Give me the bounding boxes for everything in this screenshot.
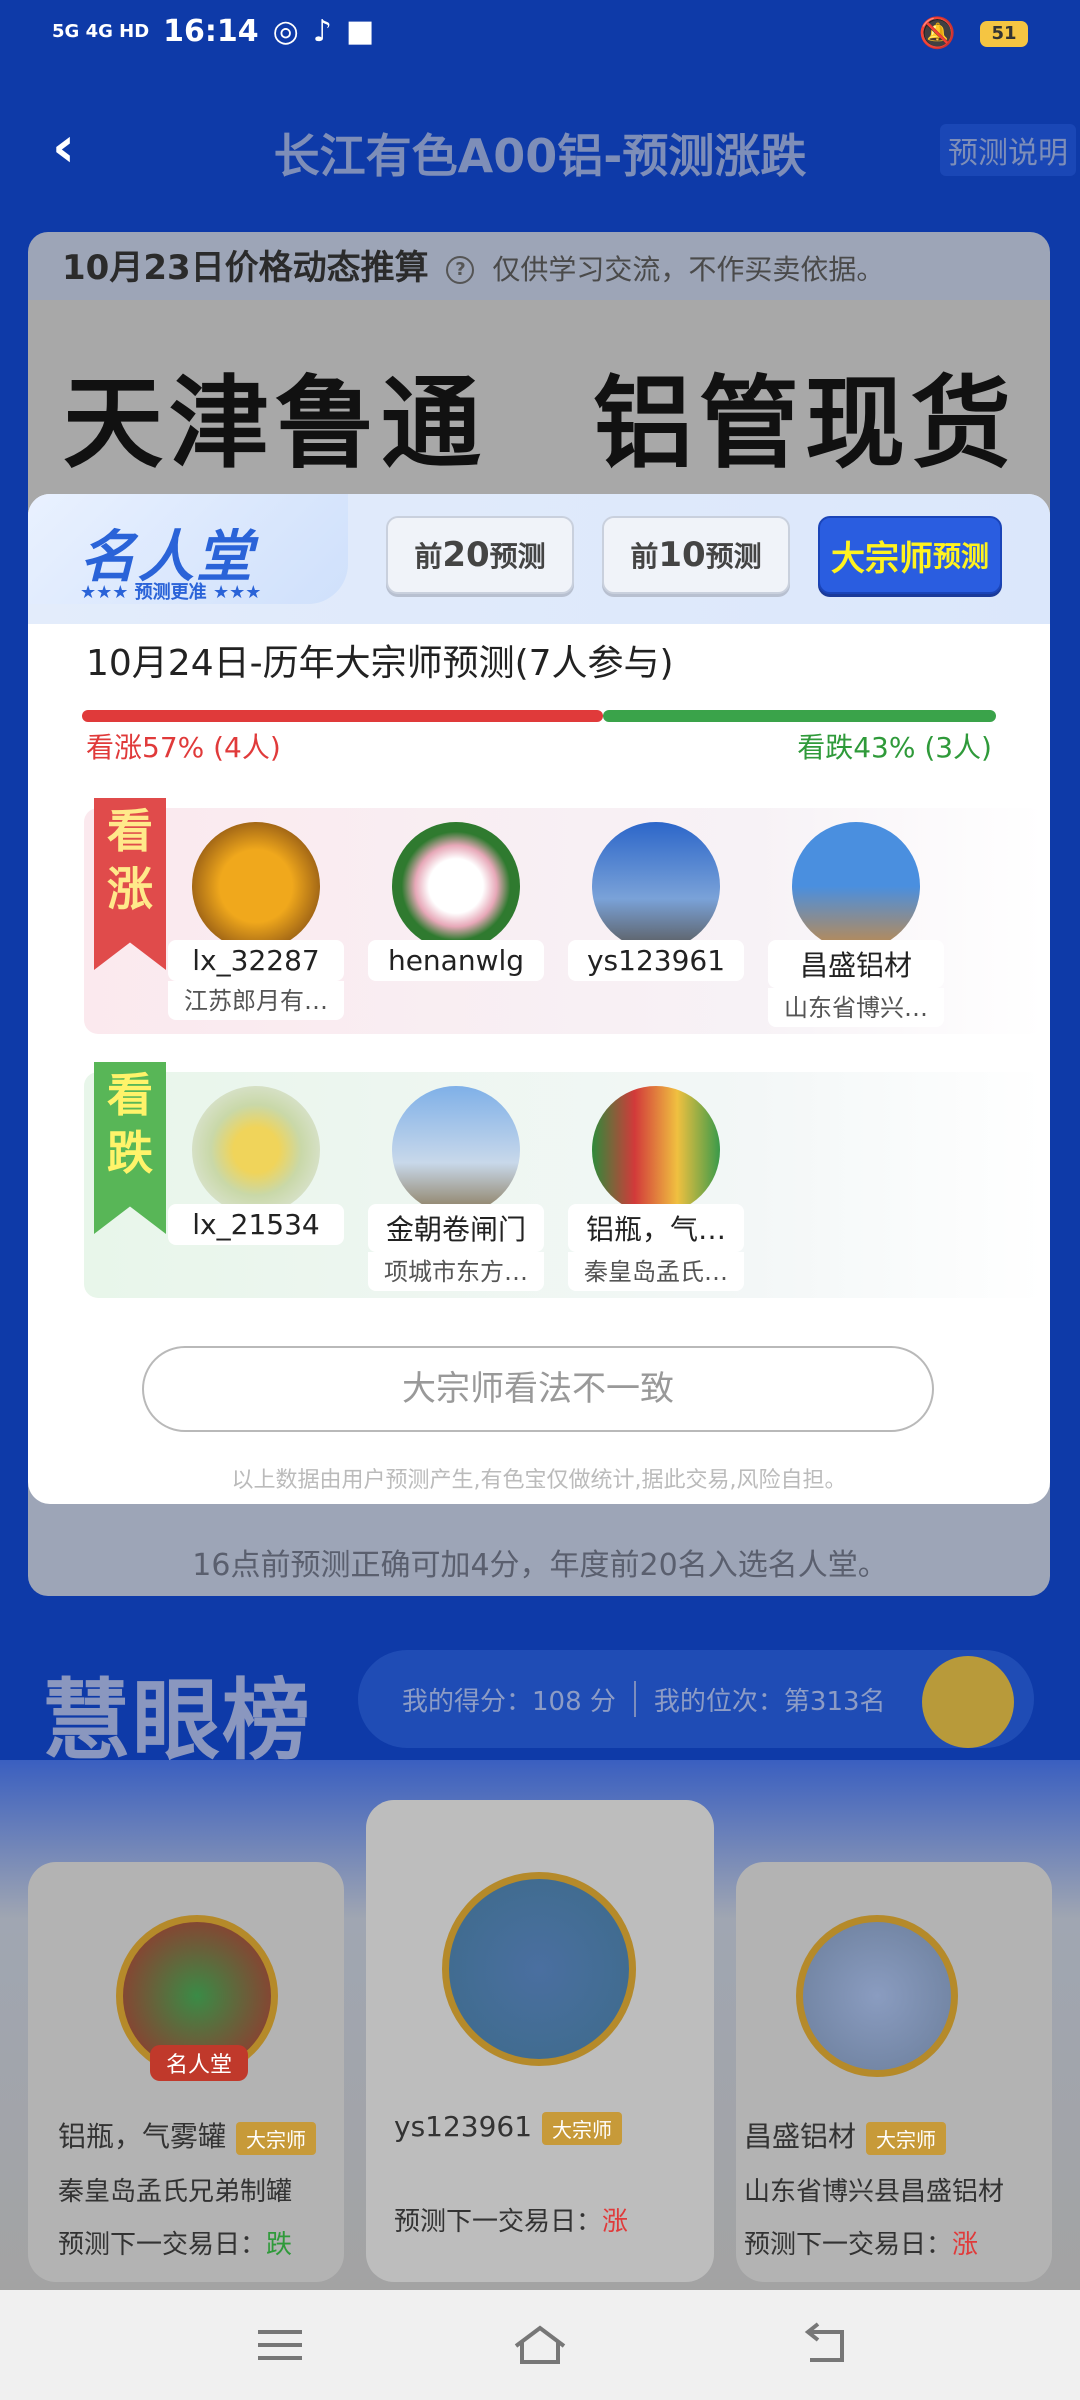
avatar: [592, 822, 720, 950]
up-ratio-label: 看涨57% (4人): [86, 731, 281, 764]
tab-num: 20: [442, 535, 490, 575]
status-bar: 5G 4G HD 16:14 ◎ ♪ ■ 🔕 51: [0, 0, 1080, 70]
rank-badge: 大宗师: [542, 2111, 623, 2145]
company: 秦皇岛孟氏兄弟制罐: [58, 2177, 293, 2207]
user-card[interactable]: ys123961: [568, 822, 744, 981]
divider: [633, 1681, 636, 1717]
modal-title: 10月24日-历年大宗师预测(7人参与): [86, 643, 674, 684]
forecast-label: 预测下一交易日：: [58, 2230, 267, 2260]
back-nav-icon[interactable]: [796, 2320, 856, 2370]
user-card[interactable]: 金朝卷闸门 项城市东方…: [368, 1086, 544, 1291]
user-name: 昌盛铝材: [744, 2120, 857, 2153]
user-name: lx_21534: [168, 1204, 344, 1245]
user-card[interactable]: 昌盛铝材 山东省博兴…: [768, 822, 944, 1027]
home-icon[interactable]: [510, 2320, 570, 2370]
hall-subtitle: ★★★ 预测更准 ★★★: [80, 582, 262, 603]
user-name: lx_32287: [168, 940, 344, 981]
tiktok-icon: ♪: [312, 14, 332, 49]
status-right: 🔕 51: [919, 16, 1028, 51]
hall-tag: 名人堂: [150, 2045, 249, 2081]
page-title: 长江有色A00铝-预测涨跌: [273, 129, 807, 183]
tab-prefix: 前: [630, 540, 659, 573]
user-card[interactable]: henanwlg: [368, 822, 544, 981]
forecast-value: 跌: [266, 2230, 293, 2260]
user-location: 秦皇岛孟氏…: [568, 1252, 744, 1291]
avatar: [442, 1872, 636, 2066]
tab-suffix: 预测: [932, 540, 989, 573]
avatar: [796, 1915, 958, 2077]
down-group: 看跌 lx_21534 金朝卷闸门 项城市东方… 铝瓶，气… 秦皇岛孟氏…: [84, 1062, 1044, 1298]
forecast-tip: 16点前预测正确可加4分，年度前20名入选名人堂。: [192, 1548, 888, 1583]
forecast-value: 涨: [952, 2230, 979, 2260]
tab-prefix: 前: [414, 540, 443, 573]
verdict-button[interactable]: 大宗师看法不一致: [142, 1346, 934, 1432]
hall-of-fame-modal: 名人堂 ★★★ 预测更准 ★★★ 前 20 预测 前 10 预测 大宗师 预测 10月24…: [28, 494, 1050, 1504]
user-card[interactable]: lx_21534: [168, 1086, 344, 1245]
rank-badge: 大宗师: [866, 2121, 947, 2155]
status-left: 5G 4G HD 16:14 ◎ ♪ ■: [52, 14, 374, 49]
avatar: [192, 822, 320, 950]
my-rank: 我的位次：第313名: [653, 1686, 886, 1717]
avatar: [192, 1086, 320, 1214]
user-name: ys123961: [394, 2110, 533, 2143]
forecast-note: 仅供学习交流，不作买卖依据。: [492, 253, 885, 286]
user-card[interactable]: lx_32287 江苏郎月有…: [168, 822, 344, 1020]
network-indicator: 5G 4G HD: [52, 21, 150, 42]
forecast-date: 10月23日价格动态推算: [62, 248, 429, 288]
trophy-icon: [922, 1656, 1014, 1748]
wechat-icon: ◎: [272, 14, 299, 49]
user-name: 铝瓶，气雾罐: [58, 2120, 227, 2153]
tab-suffix: 预测: [489, 540, 546, 573]
forecast-card-heading: 10月23日价格动态推算 ? 仅供学习交流，不作买卖依据。: [62, 240, 884, 289]
forecast-value: 涨: [602, 2206, 629, 2237]
avatar: [392, 1086, 520, 1214]
app-header: ‹ 长江有色A00铝-预测涨跌 预测说明: [0, 90, 1080, 200]
avatar: [792, 822, 920, 950]
app-icon: ■: [345, 14, 375, 49]
user-name: 昌盛铝材: [768, 940, 944, 988]
disclaimer: 以上数据由用户预测产生,有色宝仅做统计,据此交易,风险自担。: [231, 1468, 847, 1493]
tab-top10[interactable]: 前 10 预测: [602, 516, 790, 594]
rank-info-1: ys123961 大宗师 预测下一交易日：涨: [394, 2110, 694, 2238]
up-ratio-bar: [82, 710, 603, 722]
rank-info-2: 铝瓶，气雾罐 大宗师 秦皇岛孟氏兄弟制罐 预测下一交易日：跌: [58, 2115, 338, 2261]
up-flag: 看涨: [94, 798, 166, 970]
user-name: henanwlg: [368, 940, 544, 981]
tab-num: 10: [658, 535, 706, 575]
tab-suffix: 预测: [705, 540, 762, 573]
tab-grandmaster[interactable]: 大宗师 预测: [818, 516, 1002, 594]
down-ratio-label: 看跌43% (3人): [797, 731, 992, 764]
explain-button[interactable]: 预测说明: [940, 124, 1076, 176]
user-card[interactable]: 铝瓶，气… 秦皇岛孟氏…: [568, 1086, 744, 1291]
user-location: 项城市东方…: [368, 1252, 544, 1291]
user-name: 铝瓶，气…: [568, 1204, 744, 1252]
tab-top20[interactable]: 前 20 预测: [386, 516, 574, 594]
tab-num: 大宗师: [830, 538, 933, 579]
company: 山东省博兴县昌盛铝材: [744, 2177, 1005, 2207]
mute-icon: 🔕: [918, 16, 956, 51]
user-location: 山东省博兴…: [768, 988, 944, 1027]
ad-banner-text: 天津鲁通 铝管现货: [63, 365, 1017, 482]
battery-icon: 51: [980, 20, 1028, 47]
down-flag: 看跌: [94, 1062, 166, 1234]
clock: 16:14: [163, 14, 259, 49]
my-score: 我的得分：108 分: [402, 1686, 616, 1717]
rank-badge: 大宗师: [236, 2121, 317, 2155]
forecast-label: 预测下一交易日：: [394, 2206, 603, 2237]
forecast-label: 预测下一交易日：: [744, 2230, 953, 2260]
question-icon[interactable]: ?: [446, 255, 475, 284]
avatar: [592, 1086, 720, 1214]
user-name: 金朝卷闸门: [368, 1204, 544, 1252]
leaderboard-title: 慧眼榜: [42, 1669, 313, 1772]
avatar: [392, 822, 520, 950]
user-location: 江苏郎月有…: [168, 981, 344, 1020]
user-name: ys123961: [568, 940, 744, 981]
rank-info-3: 昌盛铝材 大宗师 山东省博兴县昌盛铝材 预测下一交易日：涨: [744, 2115, 1044, 2261]
menu-icon[interactable]: [250, 2320, 310, 2370]
down-ratio-bar: [603, 710, 996, 722]
up-group: 看涨 lx_32287 江苏郎月有… henanwlg ys123961 昌盛铝…: [84, 798, 1044, 1034]
